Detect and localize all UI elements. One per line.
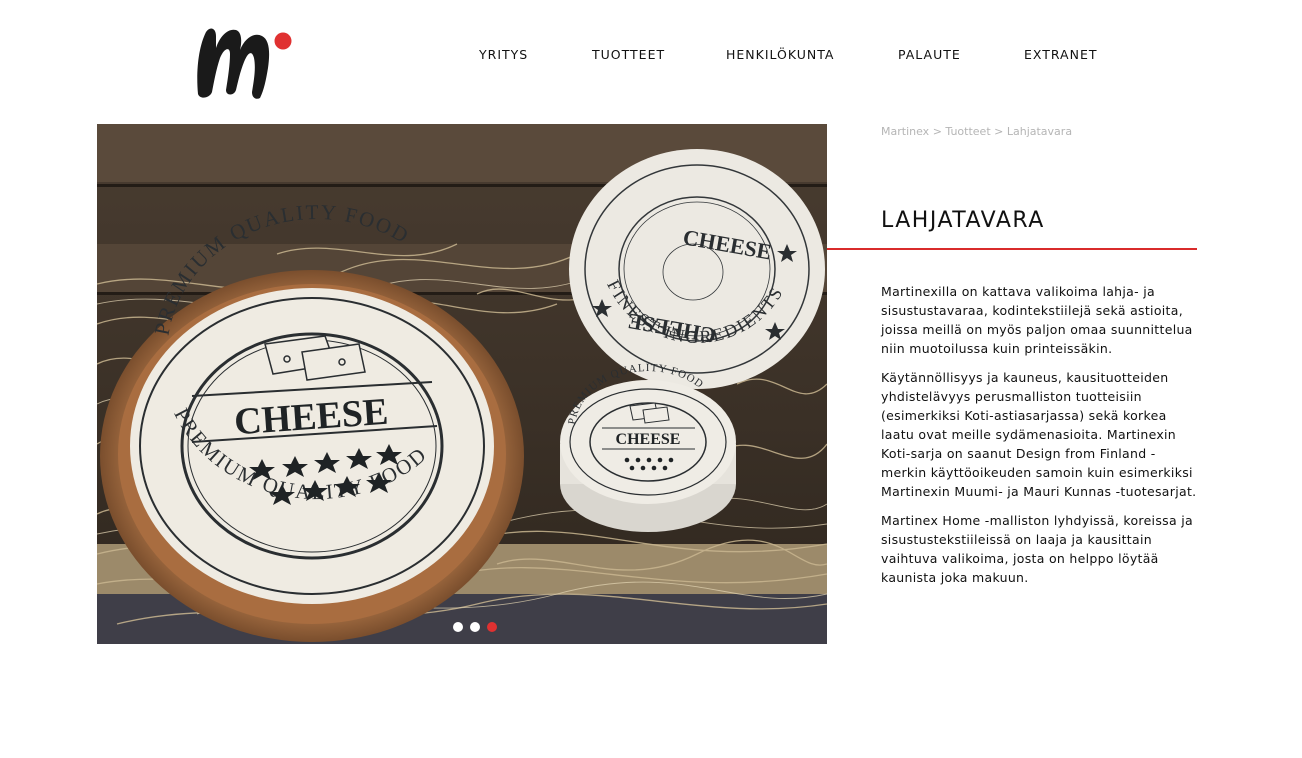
slider-dot-3-active[interactable] xyxy=(487,622,497,632)
nav-item-palaute[interactable]: PALAUTE xyxy=(898,47,961,62)
hero-slider[interactable]: FINEST INGREDIENTS CHEESE CHEESE PREMIUM… xyxy=(97,124,827,644)
slider-dots xyxy=(453,622,497,632)
slider-dot-1[interactable] xyxy=(453,622,463,632)
jar-cheese-text: CHEESE xyxy=(616,431,681,448)
paragraph-3: Martinex Home -malliston lyhdyissä, kore… xyxy=(881,513,1193,585)
breadcrumb: Martinex > Tuotteet > Lahjatavara xyxy=(881,125,1072,138)
breadcrumb-link-tuotteet[interactable]: Tuotteet xyxy=(945,125,990,138)
nav-item-extranet[interactable]: EXTRANET xyxy=(1024,47,1098,62)
content-text: Martinexilla on kattava valikoima lahja-… xyxy=(881,282,1197,597)
page-title: LAHJATAVARA xyxy=(881,208,1045,233)
nav-item-tuotteet[interactable]: TUOTTEET xyxy=(592,47,665,62)
nav-item-henkilokunta[interactable]: HENKILÖKUNTA xyxy=(726,47,834,62)
slider-dot-2[interactable] xyxy=(470,622,480,632)
title-underline xyxy=(827,248,1197,250)
paragraph-2: Käytännöllisyys ja kauneus, kausituottei… xyxy=(881,370,1197,499)
breadcrumb-separator: > xyxy=(932,125,942,138)
hero-image: FINEST INGREDIENTS CHEESE CHEESE PREMIUM… xyxy=(97,124,827,644)
paragraph-1: Martinexilla on kattava valikoima lahja-… xyxy=(881,284,1193,356)
breadcrumb-separator: > xyxy=(994,125,1004,138)
breadcrumb-current: Lahjatavara xyxy=(1006,125,1073,138)
page: YRITYS TUOTTEET HENKILÖKUNTA PALAUTE EXT… xyxy=(0,0,1302,758)
breadcrumb-link-martinex[interactable]: Martinex xyxy=(881,125,929,138)
nav-item-yritys[interactable]: YRITYS xyxy=(479,47,528,62)
martinex-logo[interactable] xyxy=(190,18,295,102)
